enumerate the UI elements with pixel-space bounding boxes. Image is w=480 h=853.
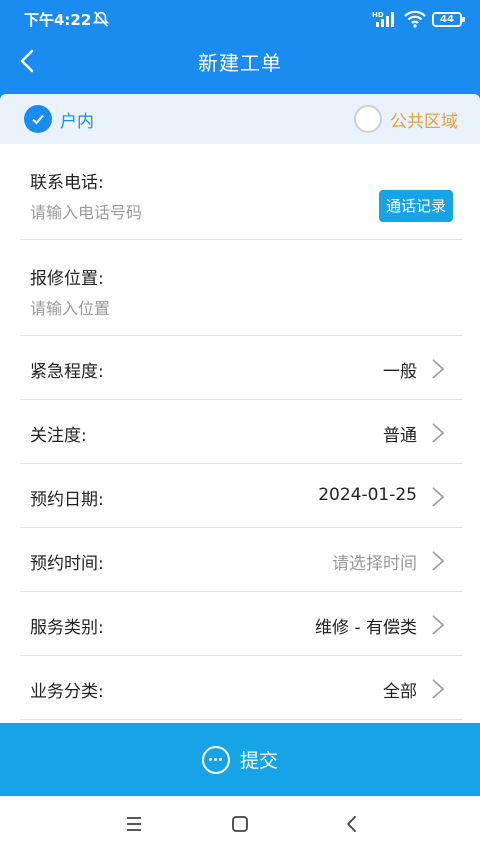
option-public-label: 公共区域 — [390, 111, 458, 132]
phone-field: 联系电话: 请输入电话号码 通话记录 — [20, 144, 463, 240]
option-public-area[interactable]: 公共区域 — [354, 103, 458, 135]
network-label: HD — [372, 11, 384, 19]
row-label: 预约时间: — [30, 554, 104, 574]
row-value: 2024-01-25 — [318, 485, 417, 505]
submit-label: 提交 — [239, 750, 278, 772]
row-attention[interactable]: 关注度: 普通 — [20, 400, 463, 464]
row-value: 维修 - 有偿类 — [315, 618, 417, 638]
phone-label: 联系电话: — [30, 173, 104, 193]
page-title: 新建工单 — [198, 51, 282, 75]
signal-icon: HD — [372, 11, 394, 27]
status-time: 下午4:22 — [24, 11, 92, 29]
status-icons: HD 44 — [372, 9, 465, 29]
row-label: 紧急程度: — [30, 362, 104, 382]
checked-radio-icon — [24, 105, 52, 133]
phone-input[interactable]: 请输入电话号码 — [30, 199, 142, 223]
row-value: 一般 — [383, 362, 417, 382]
bell-off-icon — [92, 11, 110, 27]
chevron-right-icon — [432, 615, 445, 635]
area-type-selector: 户内 公共区域 — [0, 94, 480, 144]
row-service-category[interactable]: 服务类别: 维修 - 有偿类 — [20, 592, 463, 656]
row-business-type[interactable]: 业务分类: 全部 — [20, 656, 463, 720]
row-urgency[interactable]: 紧急程度: 一般 — [20, 336, 463, 400]
chevron-right-icon — [432, 551, 445, 571]
nav-bar: 新建工单 — [0, 38, 480, 84]
work-order-form: 联系电话: 请输入电话号码 通话记录 报修位置: 请输入位置 紧急程度: 一般 … — [20, 144, 463, 720]
row-label: 预约日期: — [30, 490, 104, 510]
row-value: 全部 — [383, 682, 417, 702]
chevron-right-icon — [432, 487, 445, 507]
location-field: 报修位置: 请输入位置 — [20, 240, 463, 336]
option-indoor-label: 户内 — [60, 111, 94, 132]
status-bar: 下午4:22 HD 44 — [0, 0, 480, 38]
unchecked-radio-icon — [354, 105, 382, 133]
row-value: 请选择时间 — [332, 554, 417, 574]
row-appointment-time[interactable]: 预约时间: 请选择时间 — [20, 528, 463, 592]
chevron-right-icon — [432, 423, 445, 443]
system-back-icon[interactable] — [340, 812, 364, 836]
submit-button[interactable]: 提交 — [0, 723, 480, 796]
system-nav-bar — [0, 796, 480, 853]
location-label: 报修位置: — [30, 269, 104, 289]
row-appointment-date[interactable]: 预约日期: 2024-01-25 — [20, 464, 463, 528]
row-label: 关注度: — [30, 426, 87, 446]
home-square-icon[interactable] — [228, 812, 252, 836]
more-dots-icon — [201, 745, 230, 774]
row-label: 服务类别: — [30, 618, 104, 638]
chevron-right-icon — [432, 359, 445, 379]
location-input[interactable]: 请输入位置 — [30, 295, 110, 319]
option-indoor[interactable]: 户内 — [24, 103, 94, 135]
menu-icon[interactable] — [122, 812, 146, 836]
call-log-button[interactable]: 通话记录 — [378, 190, 453, 222]
row-value: 普通 — [383, 426, 417, 446]
chevron-right-icon — [432, 679, 445, 699]
battery-icon: 44 — [432, 11, 465, 27]
row-label: 业务分类: — [30, 682, 104, 702]
wifi-icon — [404, 10, 426, 28]
